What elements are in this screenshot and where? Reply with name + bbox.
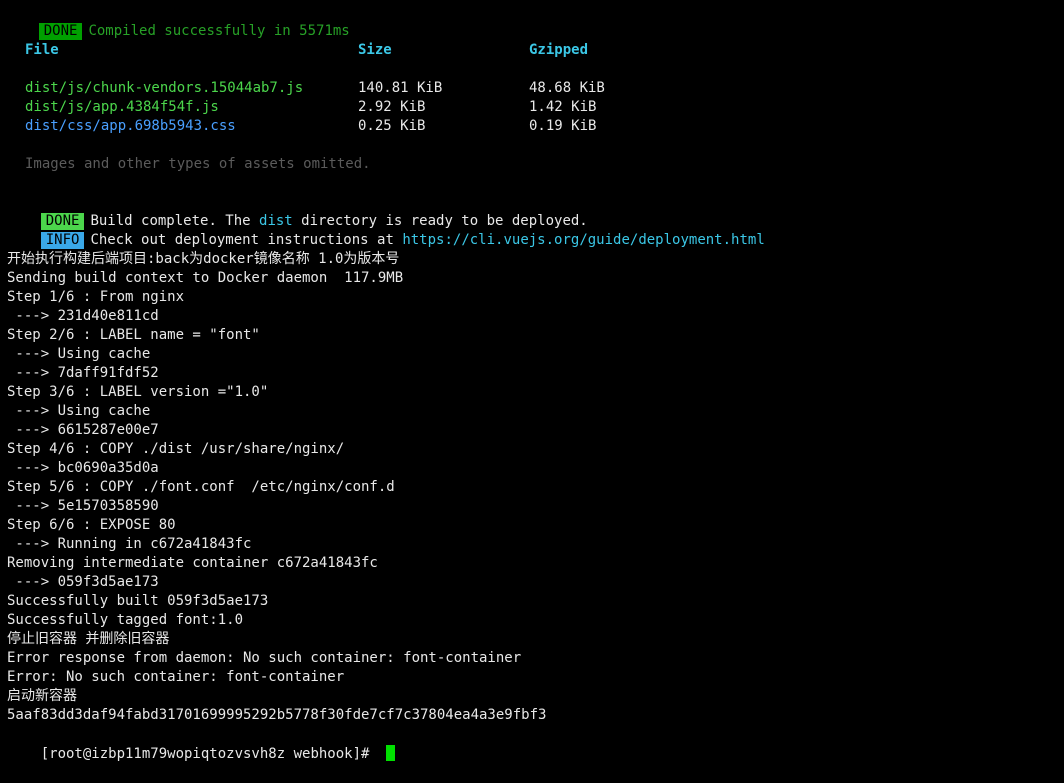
info-badge: INFO: [40, 232, 85, 249]
log-line: Step 4/6 : COPY ./dist /usr/share/nginx/: [7, 441, 345, 457]
header-gzipped: Gzipped: [529, 42, 589, 58]
asset-gzipped: 48.68 KiB: [529, 80, 605, 96]
cursor: [385, 745, 395, 761]
log-line: Step 2/6 : LABEL name = "font": [7, 327, 260, 343]
log-line: 启动新容器: [7, 688, 77, 704]
prompt-text: [root@izbp11m79wopiqtozvsvh8z webhook]#: [40, 746, 378, 762]
assets-omitted-note: Images and other types of assets omitted…: [25, 156, 371, 172]
log-line: Step 3/6 : LABEL version ="1.0": [7, 384, 269, 400]
log-line: ---> 6615287e00e7: [7, 422, 159, 438]
asset-table-header: File Size Gzipped: [0, 41, 1064, 60]
log-line: Error response from daemon: No such cont…: [7, 650, 522, 666]
log-line: ---> Running in c672a41843fc: [7, 536, 252, 552]
header-size: Size: [358, 42, 392, 58]
info-line: INFO Check out deployment instructions at…: [0, 212, 765, 249]
log-line: Step 6/6 : EXPOSE 80: [7, 517, 176, 533]
build-complete-line: DONE Build complete. The dist directory i…: [0, 193, 588, 230]
compiled-message: Compiled successfully in 5571ms: [88, 23, 350, 39]
asset-size: 0.25 KiB: [358, 118, 426, 134]
log-line: 开始执行构建后端项目:back为docker镜像名称 1.0为版本号: [7, 251, 400, 267]
asset-size: 2.92 KiB: [358, 99, 426, 115]
table-row: dist/css/app.698b5943.css 0.25 KiB 0.19 …: [0, 117, 1064, 136]
asset-gzipped: 0.19 KiB: [529, 118, 597, 134]
log-line: Sending build context to Docker daemon 1…: [7, 270, 404, 286]
log-line: ---> 7daff91fdf52: [7, 365, 159, 381]
log-line: Successfully tagged font:1.0: [7, 612, 244, 628]
log-line: ---> Using cache: [7, 346, 151, 362]
log-line: ---> bc0690a35d0a: [7, 460, 159, 476]
asset-gzipped: 1.42 KiB: [529, 99, 597, 115]
log-line: ---> 5e1570358590: [7, 498, 159, 514]
table-row: dist/js/chunk-vendors.15044ab7.js 140.81…: [0, 79, 1064, 98]
asset-file: dist/js/app.4384f54f.js: [25, 99, 219, 115]
log-line: ---> Using cache: [7, 403, 151, 419]
log-line: 停止旧容器 并删除旧容器: [7, 631, 170, 647]
log-line: Step 5/6 : COPY ./font.conf /etc/nginx/c…: [7, 479, 395, 495]
asset-file: dist/js/chunk-vendors.15044ab7.js: [25, 80, 304, 96]
header-file: File: [25, 42, 59, 58]
info-text: Check out deployment instructions at: [90, 232, 403, 248]
table-row: dist/js/app.4384f54f.js 2.92 KiB 1.42 Ki…: [0, 98, 1064, 117]
log-line: ---> 059f3d5ae173: [7, 574, 159, 590]
log-line: Successfully built 059f3d5ae173: [7, 593, 269, 609]
log-line: Removing intermediate container c672a418…: [7, 555, 378, 571]
deployment-link[interactable]: https://cli.vuejs.org/guide/deployment.h…: [402, 232, 764, 248]
compiled-line: DONE Compiled successfully in 5571ms: [0, 3, 350, 40]
asset-size: 140.81 KiB: [358, 80, 443, 96]
log-line: 5aaf83dd3daf94fabd31701699995292b5778f30…: [7, 707, 547, 723]
log-line: Error: No such container: font-container: [7, 669, 345, 685]
log-line: ---> 231d40e811cd: [7, 308, 159, 324]
shell-prompt[interactable]: [root@izbp11m79wopiqtozvsvh8z webhook]#: [7, 726, 395, 762]
terminal-window[interactable]: DONE Compiled successfully in 5571ms File…: [0, 0, 1064, 762]
log-line: Step 1/6 : From nginx: [7, 289, 185, 305]
compiled-done-badge: DONE: [38, 23, 83, 40]
asset-file: dist/css/app.698b5943.css: [25, 118, 236, 134]
